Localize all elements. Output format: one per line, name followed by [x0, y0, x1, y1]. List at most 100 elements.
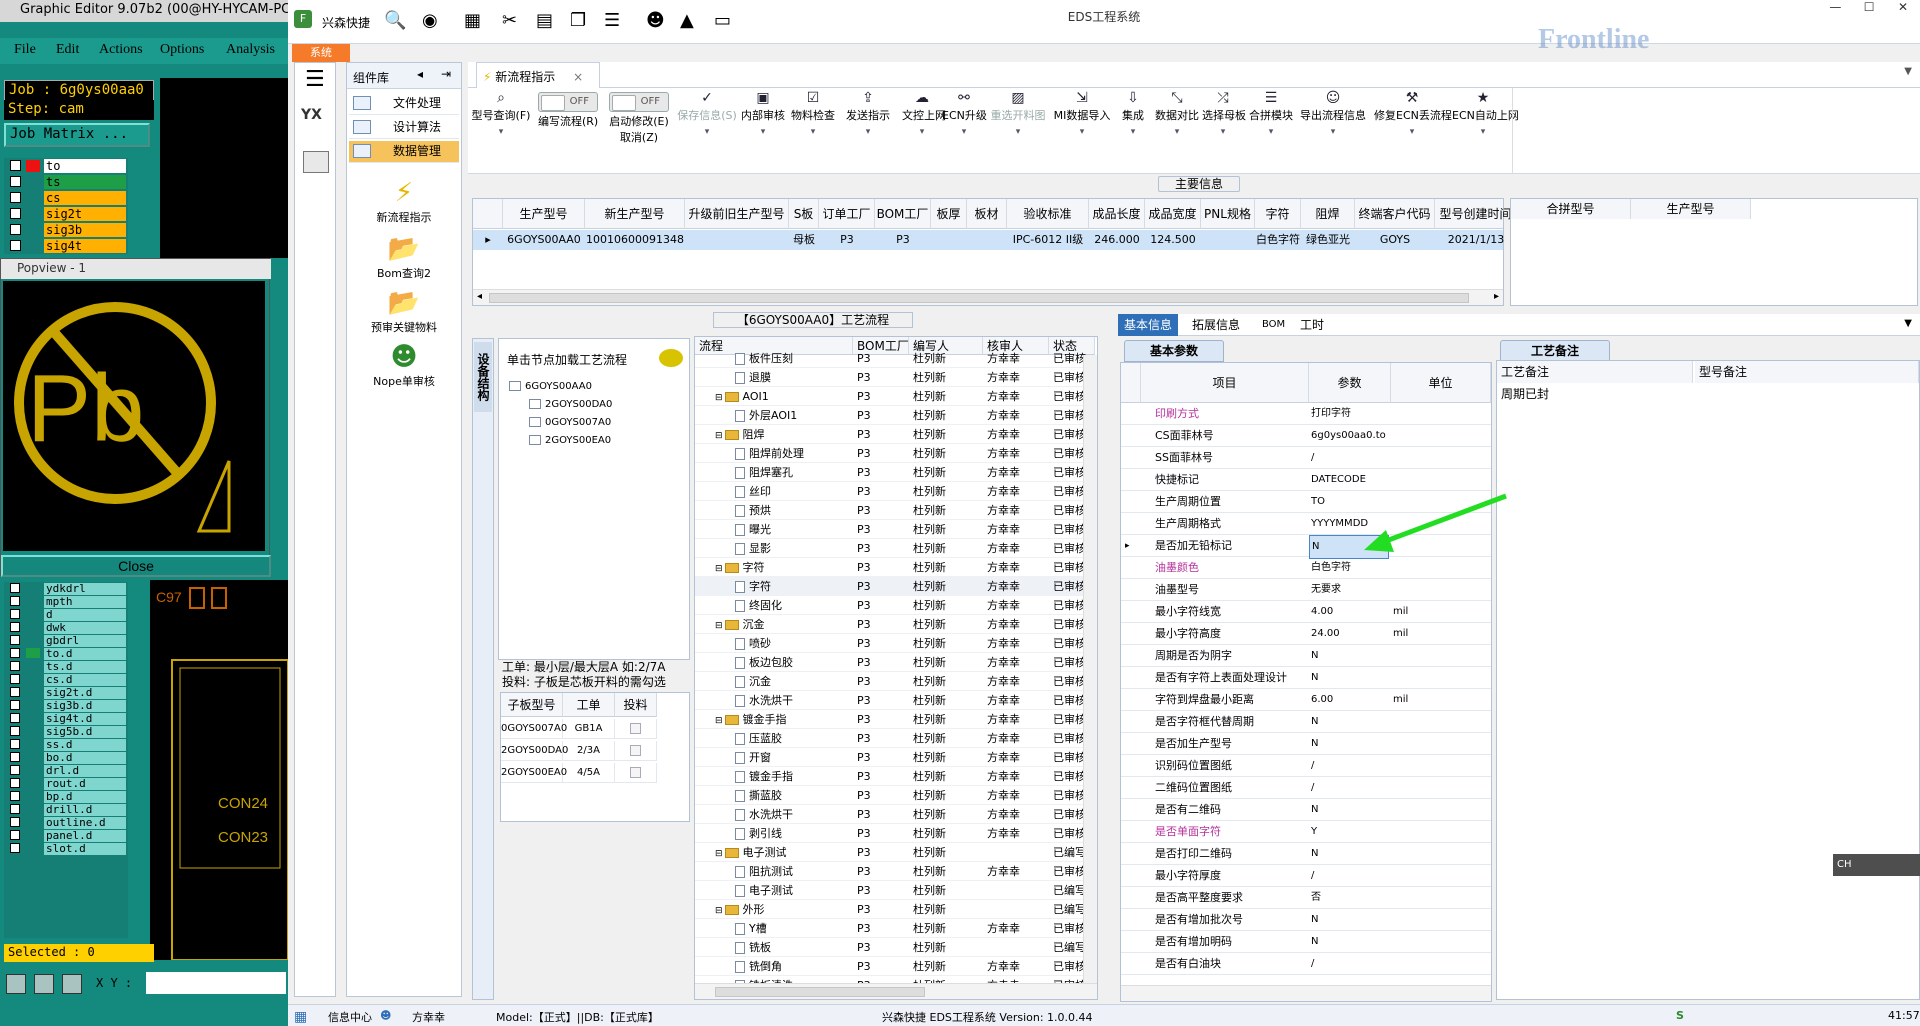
- nav-item-file-processing[interactable]: 文件处理: [349, 93, 459, 115]
- info-center-link[interactable]: 信息中心: [328, 1009, 372, 1025]
- layer-row[interactable]: ts: [4, 174, 128, 190]
- dropdown-caret-icon[interactable]: ▾: [1116, 124, 1150, 140]
- dropdown-caret-icon[interactable]: ▾: [1452, 124, 1514, 140]
- param-value[interactable]: 白色字符: [1309, 557, 1389, 579]
- main-col-header[interactable]: 生产型号: [503, 199, 585, 229]
- yx-module-icon[interactable]: YX: [301, 107, 322, 123]
- select-tool-icon[interactable]: [6, 974, 26, 994]
- flow-row[interactable]: 阻抗测试 P3 杜列新 方幸幸 已审核: [695, 862, 1091, 881]
- layer-row[interactable]: ydkdrl: [4, 582, 128, 595]
- flow-row[interactable]: 预烘 P3 杜列新 方幸幸 已审核: [695, 501, 1091, 520]
- main-col-header[interactable]: 字符: [1255, 199, 1301, 229]
- main-cell[interactable]: [1201, 230, 1255, 250]
- main-col-header[interactable]: 型号创建时间: [1435, 199, 1517, 229]
- layer-checkbox[interactable]: [10, 739, 20, 749]
- sub-board-cell[interactable]: 0GOYS007A0: [501, 719, 567, 739]
- main-col-header[interactable]: 成品长度: [1089, 199, 1145, 229]
- ribbon-button-4[interactable]: ▣ 内部审核 ▾: [740, 88, 786, 174]
- ribbon-button-17[interactable]: ★ ECN自动上网 ▾: [1452, 88, 1519, 174]
- param-value[interactable]: N: [1309, 667, 1389, 689]
- flow-row[interactable]: 压蓝胶 P3 杜列新 方幸幸 已审核: [695, 729, 1091, 748]
- graphic-canvas[interactable]: C97 CON24 CON23: [150, 580, 289, 961]
- tab-new-process[interactable]: ⚡ 新流程指示 ×: [476, 62, 600, 88]
- tab-basic-info[interactable]: 基本信息: [1118, 314, 1179, 336]
- layer-row[interactable]: sig2t.d: [4, 686, 128, 699]
- layer-checkbox[interactable]: [10, 713, 20, 723]
- ribbon-button-0[interactable]: ⌕ 型号查询(F) ▾: [468, 88, 534, 174]
- layer-checkbox[interactable]: [10, 778, 20, 788]
- param-value[interactable]: DATECODE: [1309, 469, 1389, 491]
- flow-row[interactable]: ⊟ 阻焊 P3 杜列新 方幸幸 已审核: [695, 425, 1091, 444]
- collapse-icon[interactable]: ⊟: [715, 716, 723, 726]
- param-row[interactable]: 是否单面字符 Y: [1121, 821, 1491, 843]
- layer-checkbox[interactable]: [10, 700, 20, 710]
- flow-row[interactable]: 字符 P3 杜列新 方幸幸 已审核: [695, 577, 1091, 596]
- layer-checkbox[interactable]: [10, 765, 20, 775]
- main-col-header[interactable]: 升级前旧生产型号: [685, 199, 789, 229]
- job-matrix-button[interactable]: Job Matrix ...: [4, 123, 150, 147]
- main-cell[interactable]: [685, 230, 789, 250]
- structure-tab[interactable]: 设备结构: [474, 342, 492, 412]
- flow-row[interactable]: 水洗烘干 P3 杜列新 方幸幸 已审核: [695, 805, 1091, 824]
- close-icon[interactable]: ✕: [1888, 0, 1918, 20]
- layer-checkbox[interactable]: [10, 160, 21, 171]
- scroll-right-icon[interactable]: ▸: [1494, 291, 1499, 302]
- layer-row[interactable]: dwk: [4, 621, 128, 634]
- menu-file[interactable]: File: [14, 42, 36, 58]
- layer-row[interactable]: sig3b: [4, 222, 128, 238]
- main-col-header[interactable]: BOM工厂: [875, 199, 931, 229]
- param-row[interactable]: 是否打印二维码 N: [1121, 843, 1491, 865]
- flow-row[interactable]: ⊟ 外形 P3 杜列新 已编写: [695, 900, 1091, 919]
- param-row[interactable]: 是否加生产型号 N: [1121, 733, 1491, 755]
- collapse-icon[interactable]: ⊟: [715, 849, 723, 859]
- system-tab[interactable]: 系统: [292, 44, 350, 62]
- main-col-header[interactable]: PNL规格: [1201, 199, 1255, 229]
- main-cell[interactable]: 10010600091348: [585, 230, 685, 250]
- flow-row[interactable]: 终固化 P3 杜列新 方幸幸 已审核: [695, 596, 1091, 615]
- work-order-cell[interactable]: GB1A: [563, 719, 615, 739]
- tab-bom[interactable]: BOM: [1256, 314, 1291, 336]
- main-col-header[interactable]: 验收标准: [1007, 199, 1089, 229]
- layer-row[interactable]: bp.d: [4, 790, 128, 803]
- scroll-left-icon[interactable]: ◂: [477, 291, 482, 302]
- layer-row[interactable]: slot.d: [4, 842, 128, 855]
- param-row[interactable]: 最小字符厚度 /: [1121, 865, 1491, 887]
- ribbon-button-15[interactable]: ☺ 导出流程信息 ▾: [1298, 88, 1368, 174]
- main-col-header[interactable]: 新生产型号: [585, 199, 685, 229]
- grid-tool-icon[interactable]: [62, 974, 82, 994]
- chat-bubble-icon[interactable]: [659, 349, 683, 367]
- craft-note-text[interactable]: 周期已封: [1501, 385, 1549, 402]
- flow-row[interactable]: 沉金 P3 杜列新 方幸幸 已审核: [695, 672, 1091, 691]
- sub-board-cell[interactable]: 2GOYS00EA0: [501, 763, 567, 783]
- ribbon-button-13[interactable]: ⤮ 选择母板 ▾: [1202, 88, 1246, 174]
- flow-row[interactable]: 喷砂 P3 杜列新 方幸幸 已审核: [695, 634, 1091, 653]
- main-cell[interactable]: 124.500: [1145, 230, 1201, 250]
- dropdown-caret-icon[interactable]: ▾: [740, 124, 786, 140]
- param-value[interactable]: N: [1309, 799, 1389, 821]
- layer-row[interactable]: cs: [4, 190, 128, 206]
- main-cell[interactable]: P3: [819, 230, 875, 250]
- ribbon-button-7[interactable]: ☁ 文控上网 ▾: [902, 88, 946, 174]
- dropdown-caret-icon[interactable]: ▾: [676, 124, 738, 140]
- work-order-cell[interactable]: 2/3A: [563, 741, 615, 761]
- layer-row[interactable]: sig5b.d: [4, 725, 128, 738]
- toggle-switch[interactable]: OFF: [609, 92, 669, 112]
- layer-checkbox[interactable]: [10, 752, 20, 762]
- layer-checkbox[interactable]: [10, 661, 20, 671]
- flow-row[interactable]: 开窗 P3 杜列新 方幸幸 已审核: [695, 748, 1091, 767]
- param-row[interactable]: 周期是否为阴字 N: [1121, 645, 1491, 667]
- flow-row[interactable]: 剥引线 P3 杜列新 方幸幸 已审核: [695, 824, 1091, 843]
- layer-row[interactable]: sig4t.d: [4, 712, 128, 725]
- tree-node[interactable]: 2GOYS00EA0: [529, 435, 611, 446]
- tool-bom-query[interactable]: 📂 Bom查询2: [347, 233, 461, 281]
- layer-checkbox[interactable]: [10, 830, 20, 840]
- pin-icon[interactable]: ⇥: [441, 67, 451, 81]
- scroll-thumb[interactable]: [489, 293, 1469, 303]
- param-value[interactable]: /: [1309, 755, 1389, 777]
- layer-checkbox[interactable]: [10, 648, 20, 658]
- tab-work-hours[interactable]: 工时: [1294, 314, 1330, 336]
- menu-options[interactable]: Options: [160, 42, 204, 58]
- param-value[interactable]: /: [1309, 777, 1389, 799]
- collapse-icon[interactable]: ⊟: [715, 906, 723, 916]
- layer-row[interactable]: panel.d: [4, 829, 128, 842]
